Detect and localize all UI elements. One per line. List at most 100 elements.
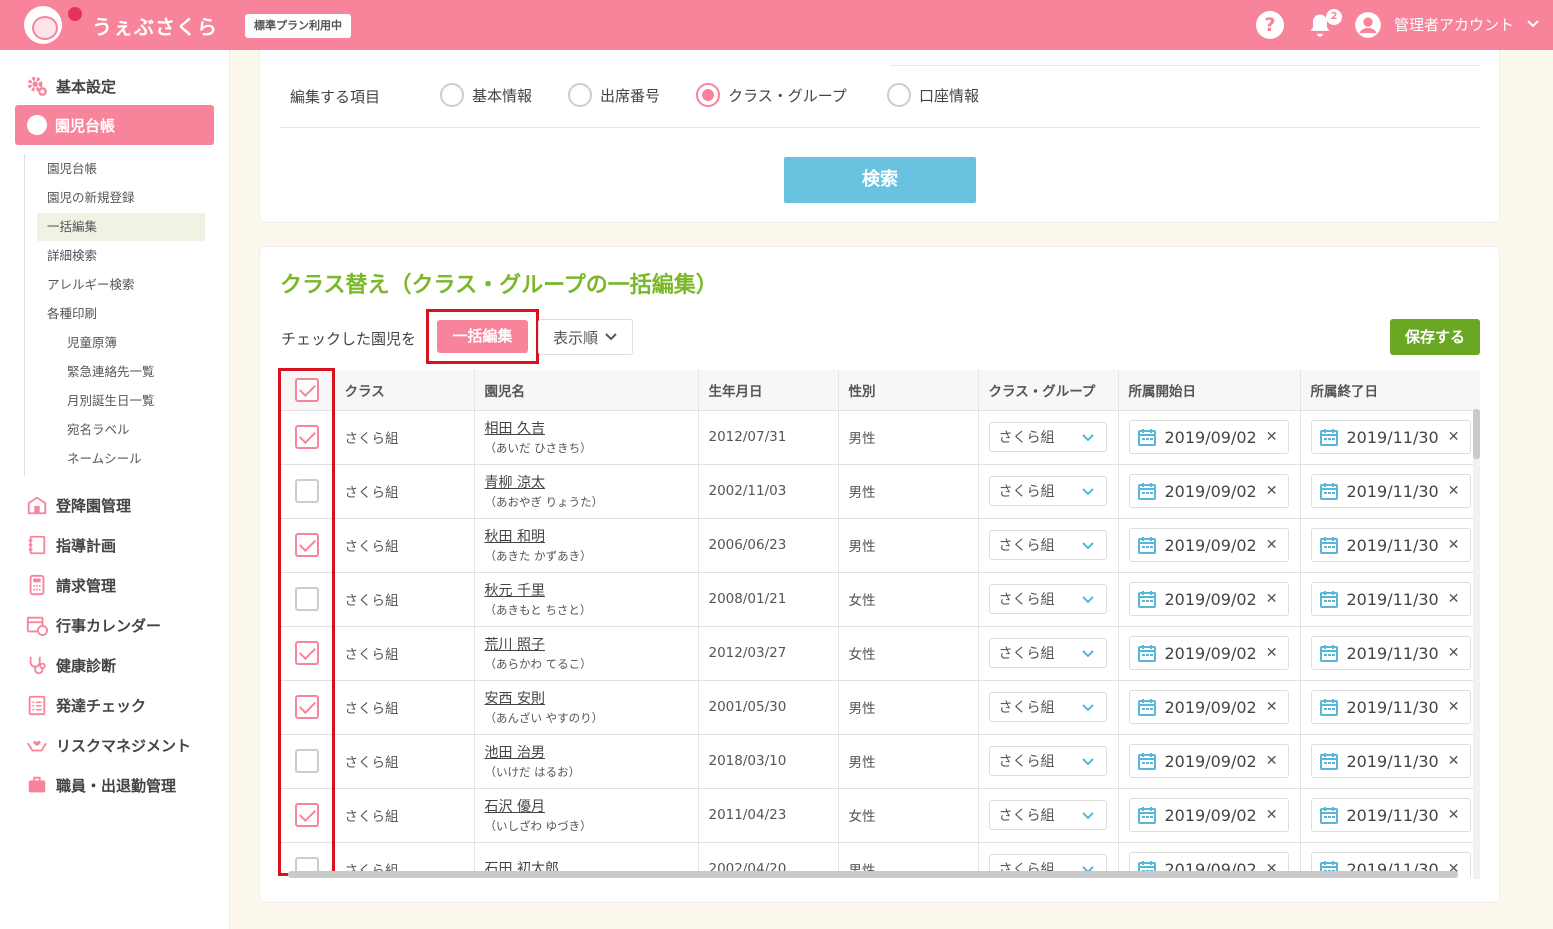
row-checkbox[interactable] [294, 425, 319, 449]
sidebar-item-development[interactable]: 発達チェック [26, 685, 146, 725]
column-header[interactable]: 所属開始日 [1118, 370, 1301, 411]
child-name-link[interactable]: 石沢 優月 [485, 796, 698, 816]
row-checkbox[interactable] [294, 749, 319, 773]
subnav-item[interactable]: 緊急連絡先一覧 [57, 358, 205, 386]
radio-circle-selected[interactable] [696, 83, 720, 107]
row-checkbox[interactable] [294, 641, 319, 665]
subnav-item[interactable]: 宛名ラベル [57, 416, 205, 444]
child-name-link[interactable]: 秋元 千里 [485, 580, 698, 600]
subnav-item[interactable]: 各種印刷 [37, 300, 205, 328]
sidebar-item-staff[interactable]: 職員・出退勤管理 [26, 765, 176, 805]
group-select[interactable]: さくら組 [988, 476, 1107, 506]
clear-icon[interactable]: ✕ [1448, 483, 1460, 499]
end-date-input[interactable]: 2019/11/30 ✕ [1310, 690, 1471, 724]
sidebar-item-calendar[interactable]: 行事カレンダー [26, 605, 161, 645]
chevron-down-icon[interactable] [1526, 17, 1540, 31]
group-select[interactable]: さくら組 [988, 422, 1107, 452]
start-date-input[interactable]: 2019/09/02 ✕ [1128, 744, 1289, 778]
sidebar-item-child-register[interactable]: 園児台帳 [15, 105, 214, 145]
end-date-input[interactable]: 2019/11/30 ✕ [1310, 474, 1471, 508]
column-header[interactable]: 生年月日 [698, 370, 839, 411]
sidebar-item-plan[interactable]: 指導計画 [26, 525, 116, 565]
row-checkbox[interactable] [294, 533, 319, 557]
group-select[interactable]: さくら組 [988, 692, 1107, 722]
group-select[interactable]: さくら組 [988, 800, 1107, 830]
sidebar-item-basic-settings[interactable]: 基本設定 [26, 66, 116, 106]
clear-icon[interactable]: ✕ [1448, 699, 1460, 715]
child-name-link[interactable]: 安西 安則 [485, 688, 698, 708]
clear-icon[interactable]: ✕ [1448, 753, 1460, 769]
sidebar-item-billing[interactable]: 請求管理 [26, 565, 116, 605]
start-date-input[interactable]: 2019/09/02 ✕ [1128, 798, 1289, 832]
bulk-edit-button[interactable]: 一括編集 [437, 320, 528, 353]
row-checkbox[interactable] [294, 803, 319, 827]
column-header[interactable]: クラス・グループ [978, 370, 1119, 411]
horizontal-scrollbar[interactable] [288, 871, 1458, 878]
end-date-input[interactable]: 2019/11/30 ✕ [1310, 528, 1471, 562]
radio-circle[interactable] [568, 83, 592, 107]
end-date-input[interactable]: 2019/11/30 ✕ [1310, 636, 1471, 670]
start-date-input[interactable]: 2019/09/02 ✕ [1128, 582, 1289, 616]
sidebar-item-attendance[interactable]: 登降園管理 [26, 485, 131, 525]
clear-icon[interactable]: ✕ [1266, 699, 1278, 715]
clear-icon[interactable]: ✕ [1448, 591, 1460, 607]
clear-icon[interactable]: ✕ [1266, 807, 1278, 823]
start-date-input[interactable]: 2019/09/02 ✕ [1128, 636, 1289, 670]
radio-circle[interactable] [887, 83, 911, 107]
end-date-input[interactable]: 2019/11/30 ✕ [1310, 582, 1471, 616]
end-date-input[interactable]: 2019/11/30 ✕ [1310, 744, 1471, 778]
group-select[interactable]: さくら組 [988, 584, 1107, 614]
search-button[interactable]: 検索 [784, 157, 976, 203]
row-checkbox[interactable] [294, 587, 319, 611]
radio-circle[interactable] [440, 83, 464, 107]
column-header[interactable]: 園児名 [474, 370, 699, 411]
select-all-checkbox[interactable] [294, 377, 319, 402]
account-menu[interactable]: 管理者アカウント [1394, 0, 1514, 50]
column-header[interactable]: 性別 [838, 370, 979, 411]
row-checkbox[interactable] [294, 695, 319, 719]
clear-icon[interactable]: ✕ [1266, 429, 1278, 445]
vertical-scrollbar[interactable] [1473, 409, 1480, 879]
sidebar-item-risk[interactable]: リスクマネジメント [26, 725, 191, 765]
user-icon[interactable] [1354, 11, 1382, 39]
start-date-input[interactable]: 2019/09/02 ✕ [1128, 474, 1289, 508]
column-header[interactable]: 所属終了日 [1300, 370, 1480, 411]
child-name-link[interactable]: 荒川 照子 [485, 634, 698, 654]
sidebar-item-health[interactable]: 健康診断 [26, 645, 116, 685]
save-button[interactable]: 保存する [1390, 319, 1480, 355]
radio-attendance-number[interactable]: 出席番号 [568, 83, 660, 107]
clear-icon[interactable]: ✕ [1448, 807, 1460, 823]
subnav-item[interactable]: アレルギー検索 [37, 271, 205, 299]
clear-icon[interactable]: ✕ [1266, 753, 1278, 769]
clear-icon[interactable]: ✕ [1266, 645, 1278, 661]
radio-basic-info[interactable]: 基本情報 [440, 83, 532, 107]
subnav-item[interactable]: 詳細検索 [37, 242, 205, 270]
end-date-input[interactable]: 2019/11/30 ✕ [1310, 420, 1471, 454]
child-name-link[interactable]: 池田 治男 [485, 742, 698, 762]
child-name-link[interactable]: 青柳 涼太 [485, 472, 698, 492]
end-date-input[interactable]: 2019/11/30 ✕ [1310, 798, 1471, 832]
start-date-input[interactable]: 2019/09/02 ✕ [1128, 420, 1289, 454]
group-select[interactable]: さくら組 [988, 530, 1107, 560]
group-select[interactable]: さくら組 [988, 638, 1107, 668]
clear-icon[interactable]: ✕ [1448, 537, 1460, 553]
radio-class-group[interactable]: クラス・グループ [696, 83, 847, 107]
start-date-input[interactable]: 2019/09/02 ✕ [1128, 528, 1289, 562]
start-date-input[interactable]: 2019/09/02 ✕ [1128, 690, 1289, 724]
clear-icon[interactable]: ✕ [1266, 483, 1278, 499]
subnav-item[interactable]: 月別誕生日一覧 [57, 387, 205, 415]
clear-icon[interactable]: ✕ [1448, 645, 1460, 661]
subnav-item[interactable]: 園児の新規登録 [37, 184, 205, 212]
column-header[interactable]: クラス [334, 370, 475, 411]
subnav-item[interactable]: 児童原簿 [57, 329, 205, 357]
child-name-link[interactable]: 秋田 和明 [485, 526, 698, 546]
subnav-item[interactable]: 園児台帳 [37, 155, 205, 183]
subnav-item-active[interactable]: 一括編集 [37, 213, 205, 241]
row-checkbox[interactable] [294, 479, 319, 503]
help-icon[interactable]: ? [1256, 11, 1284, 39]
radio-account-info[interactable]: 口座情報 [887, 83, 979, 107]
subnav-item[interactable]: ネームシール [57, 445, 205, 473]
scrollbar-thumb[interactable] [1473, 409, 1480, 459]
clear-icon[interactable]: ✕ [1266, 537, 1278, 553]
app-logo[interactable]: うぇぶさくら [24, 6, 218, 44]
